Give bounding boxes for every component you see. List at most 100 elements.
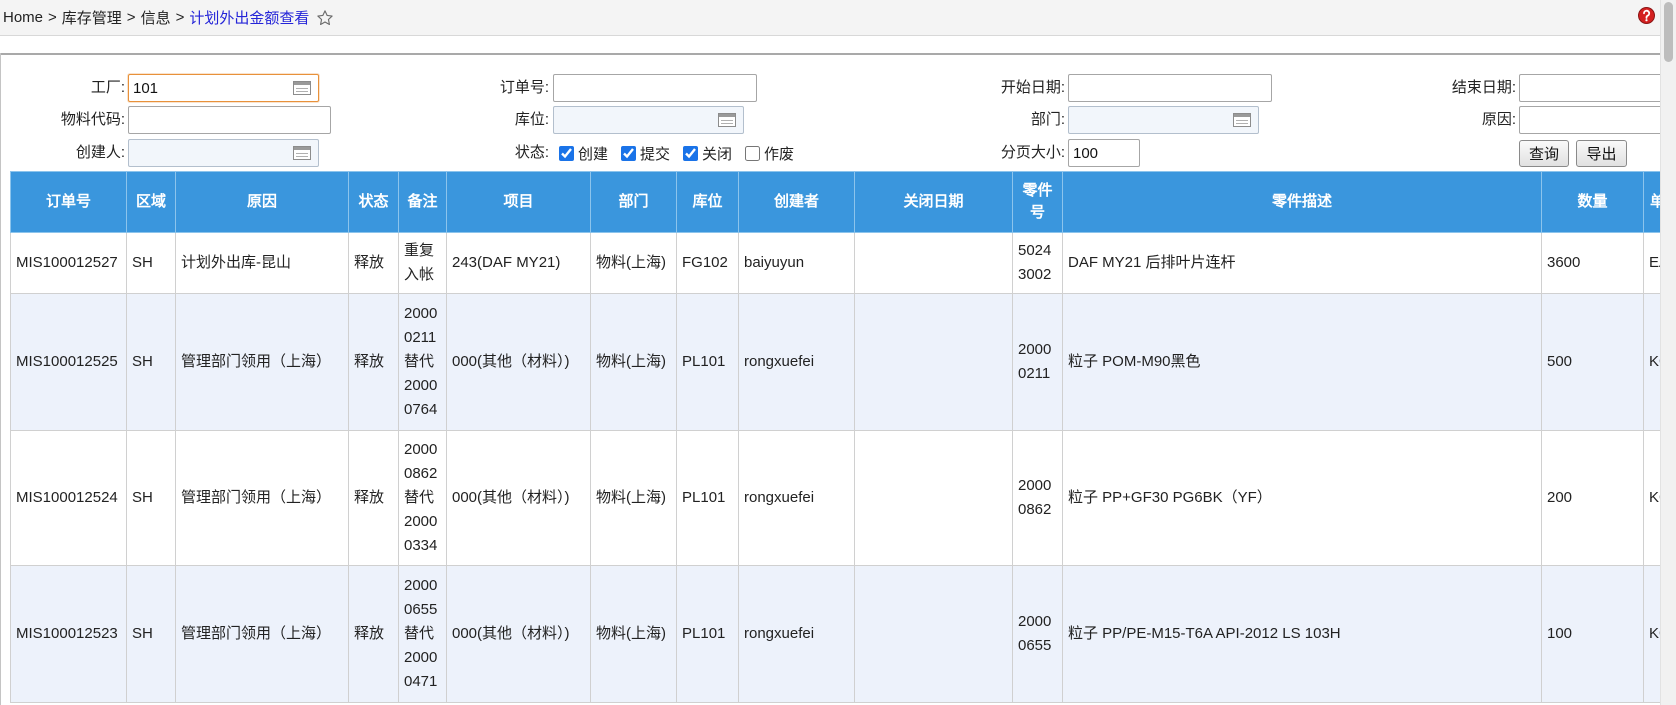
cell-order-no: MIS100012527 <box>10 232 127 294</box>
cell-creator: baiyuyun <box>738 232 855 294</box>
table-row[interactable]: MIS100012525 SH 管理部门领用（上海） 释放 20000211替代2000… <box>10 293 1660 431</box>
column-header-department: 部门 <box>590 171 677 233</box>
cell-area: SH <box>126 565 176 703</box>
cell-creator: rongxuefei <box>738 430 855 566</box>
cell-department: 物料(上海) <box>590 565 677 703</box>
cell-order-no: MIS100012525 <box>10 293 127 431</box>
creator-field <box>128 139 319 167</box>
start-date-field <box>1068 74 1272 102</box>
breadcrumb-bar: Home > 库存管理 > 信息 > 计划外出金额查看 <box>0 0 1660 36</box>
start-date-label: 开始日期: <box>1000 79 1065 96</box>
cell-status: 释放 <box>348 293 399 431</box>
plant-input[interactable] <box>128 74 319 102</box>
help-icon[interactable] <box>1638 7 1655 24</box>
panel-divider <box>0 53 1660 55</box>
page-size-label: 分页大小: <box>1000 144 1065 161</box>
query-button[interactable]: 查询 <box>1519 140 1569 167</box>
table-row[interactable]: MIS100012524 SH 管理部门领用（上海） 释放 20000862替代2000… <box>10 430 1660 566</box>
lookup-icon[interactable] <box>1233 113 1251 127</box>
end-date-label: 结束日期: <box>1451 79 1516 96</box>
column-header-remark: 备注 <box>398 171 447 233</box>
breadcrumb-home[interactable]: Home <box>3 9 43 26</box>
lookup-icon[interactable] <box>293 146 311 160</box>
department-field <box>1068 106 1259 134</box>
status-created-label: 创建 <box>578 145 609 163</box>
status-created-checkbox[interactable] <box>559 145 574 161</box>
start-date-input[interactable] <box>1068 74 1272 102</box>
page-scrollbar[interactable] <box>1660 0 1676 705</box>
breadcrumb-separator: > <box>48 9 57 26</box>
column-header-project: 项目 <box>446 171 591 233</box>
status-voided-checkbox[interactable] <box>745 145 761 161</box>
table-row[interactable]: MIS100012527 SH 计划外出库-昆山 释放 重复入帐 243(DAF MY21… <box>10 232 1660 294</box>
table-header-row: 订单号区域原因状态备注项目部门库位创建者关闭日期零件号零件描述数量单 <box>10 171 1660 233</box>
page-size-input[interactable] <box>1068 139 1140 167</box>
cell-department: 物料(上海) <box>590 430 677 566</box>
cell-location: PL101 <box>676 430 739 566</box>
lookup-icon[interactable] <box>718 113 736 127</box>
star-outline-icon[interactable] <box>316 9 334 27</box>
cell-quantity: 200 <box>1541 430 1644 566</box>
material-code-label: 物料代码: <box>60 111 125 128</box>
cell-remark: 20000211替代20000764 <box>398 293 447 431</box>
order-no-label: 订单号: <box>499 79 549 96</box>
results-table: 订单号区域原因状态备注项目部门库位创建者关闭日期零件号零件描述数量单MIS100… <box>10 171 1660 703</box>
cell-creator: rongxuefei <box>738 293 855 431</box>
status-checkbox-group: 创建 提交 关闭 作废 <box>559 139 807 167</box>
status-closed-label: 关闭 <box>702 145 733 163</box>
cell-close-date <box>854 430 1013 566</box>
status-label: 状态: <box>514 144 549 161</box>
order-no-input[interactable] <box>553 74 757 102</box>
breadcrumb: Home > 库存管理 > 信息 > 计划外出金额查看 <box>3 0 334 35</box>
cell-area: SH <box>126 293 176 431</box>
cell-close-date <box>854 293 1013 431</box>
cell-status: 释放 <box>348 232 399 294</box>
cell-unit: KG <box>1643 565 1660 703</box>
status-submitted-label: 提交 <box>640 145 671 163</box>
export-button[interactable]: 导出 <box>1576 140 1627 167</box>
cell-project: 243(DAF MY21) <box>446 232 591 294</box>
cell-part-desc: 粒子 PP+GF30 PG6BK（YF） <box>1062 430 1542 566</box>
column-header-reason: 原因 <box>175 171 349 233</box>
department-input[interactable] <box>1068 106 1259 134</box>
breadcrumb-inventory-management[interactable]: 库存管理 <box>62 7 122 28</box>
breadcrumb-info[interactable]: 信息 <box>141 7 171 28</box>
reason-field <box>1519 106 1660 134</box>
creator-input[interactable] <box>128 139 319 167</box>
status-option-closed[interactable]: 关闭 <box>683 143 732 164</box>
cell-project: 000(其他（材料）) <box>446 293 591 431</box>
reason-input[interactable] <box>1519 106 1660 134</box>
department-label: 部门: <box>1030 111 1065 128</box>
cell-department: 物料(上海) <box>590 293 677 431</box>
cell-remark: 重复入帐 <box>398 232 447 294</box>
page-size-field <box>1068 139 1140 167</box>
scrollbar-thumb[interactable] <box>1664 2 1673 62</box>
status-option-submitted[interactable]: 提交 <box>621 143 670 164</box>
cell-reason: 管理部门领用（上海） <box>175 430 349 566</box>
breadcrumb-current-page[interactable]: 计划外出金额查看 <box>189 7 309 28</box>
cell-project: 000(其他（材料）) <box>446 430 591 566</box>
column-header-status: 状态 <box>348 171 399 233</box>
cell-project: 000(其他（材料）) <box>446 565 591 703</box>
table-row[interactable]: MIS100012523 SH 管理部门领用（上海） 释放 20000655替代2000… <box>10 565 1660 703</box>
cell-location: FG102 <box>676 232 739 294</box>
material-code-field <box>128 106 331 134</box>
plant-label: 工厂: <box>90 79 125 96</box>
cell-quantity: 3600 <box>1541 232 1644 294</box>
cell-remark: 20000862替代20000334 <box>398 430 447 566</box>
location-input[interactable] <box>553 106 744 134</box>
creator-label: 创建人: <box>75 144 125 161</box>
cell-order-no: MIS100012524 <box>10 430 127 566</box>
status-option-voided[interactable]: 作废 <box>745 143 794 164</box>
status-closed-checkbox[interactable] <box>683 145 699 161</box>
cell-part-desc: 粒子 POM-M90黑色 <box>1062 293 1542 431</box>
end-date-input[interactable] <box>1519 74 1660 102</box>
status-option-created[interactable]: 创建 <box>559 143 608 164</box>
cell-unit: EA <box>1643 232 1660 294</box>
cell-area: SH <box>126 430 176 566</box>
cell-status: 释放 <box>348 565 399 703</box>
lookup-icon[interactable] <box>293 81 311 95</box>
status-submitted-checkbox[interactable] <box>621 145 637 161</box>
end-date-field <box>1519 74 1660 102</box>
material-code-input[interactable] <box>128 106 331 134</box>
